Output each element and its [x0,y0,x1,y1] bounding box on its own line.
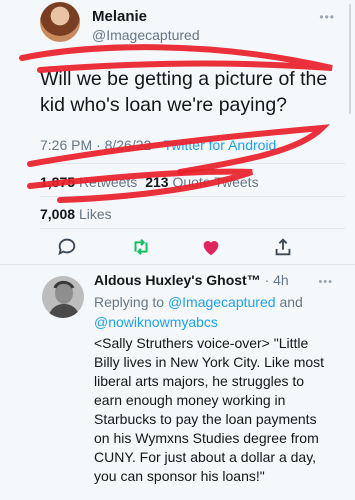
likes-stats[interactable]: 7,008 Likes [40,206,112,222]
heart-icon[interactable] [200,236,222,258]
quote-label[interactable]: Quote Tweets [172,174,258,190]
more-dots-icon[interactable]: ••• [319,10,335,24]
action-bar [40,236,310,262]
replying-and: and [279,294,303,310]
tweet-stats: 1,875 Retweets 213 Quote Tweets [40,174,259,190]
tweet-screen: Melanie @Imagecaptured ••• Will we be ge… [0,0,355,500]
meta-separator: · [96,137,101,153]
reply-author-name[interactable]: Aldous Huxley's Ghost™ [94,272,261,288]
reply-more-dots-icon[interactable]: ••• [318,276,333,288]
likes-count[interactable]: 7,008 [40,206,75,222]
reply-icon[interactable] [56,236,78,258]
reply-time: · 4h [264,272,289,288]
divider [40,196,345,197]
tweet-time: 7:26 PM [40,137,93,153]
author-handle[interactable]: @Imagecaptured [92,27,200,43]
meta-separator: · [155,137,160,153]
author-name[interactable]: Melanie [92,8,147,25]
tweet-meta: 7:26 PM · 8/26/22 · Twitter for Android [40,137,276,153]
retweets-count[interactable]: 1,875 [40,174,75,190]
mention-nowiknowmyabcs[interactable]: @nowiknowmyabcs [94,314,218,330]
tweet-source[interactable]: Twitter for Android [164,137,277,153]
tweet-text: Will we be getting a picture of the kid … [40,68,328,116]
likes-label[interactable]: Likes [79,206,112,222]
reply-header: Aldous Huxley's Ghost™ · 4h [94,272,289,288]
replying-to: Replying to @Imagecaptured and @nowiknow… [94,292,334,332]
divider [40,163,345,164]
mention-imagecaptured[interactable]: @Imagecaptured [168,294,276,310]
divider [40,228,345,229]
portrait-icon [42,276,84,318]
divider [0,264,355,265]
quote-count[interactable]: 213 [145,174,168,190]
scrollbar[interactable] [349,4,351,114]
retweet-icon[interactable] [130,236,152,258]
replying-prefix: Replying to [94,294,165,310]
avatar[interactable] [40,2,80,42]
share-icon[interactable] [272,236,294,258]
tweet-date: 8/26/22 [104,137,152,153]
reply-text: <Sally Struthers voice-over> "Little Bil… [94,335,325,484]
retweets-label[interactable]: Retweets [79,174,137,190]
reply-avatar[interactable] [42,276,84,318]
